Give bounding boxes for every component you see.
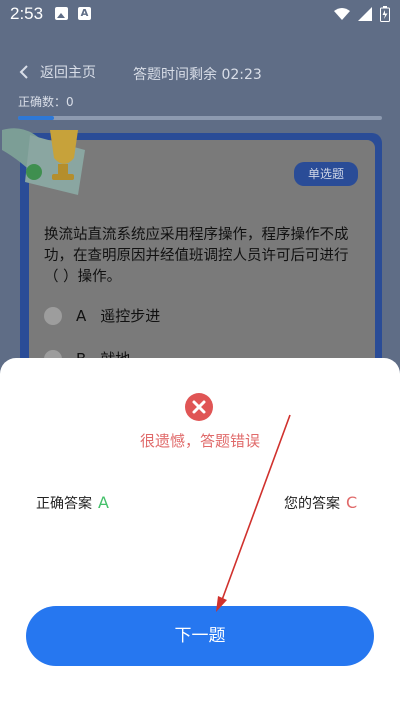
- correct-count: 正确数：0: [18, 95, 74, 109]
- your-answer-label: 您的答案: [284, 496, 340, 512]
- back-label: 返回主页: [40, 65, 96, 81]
- option-letter: A: [76, 306, 87, 325]
- question-text: 换流站直流系统应采用程序操作，程序操作不成功，在查明原因并经值班调控人员许可后可…: [44, 227, 349, 285]
- next-question-button[interactable]: 下一题: [26, 606, 374, 666]
- error-icon: [185, 393, 213, 421]
- option-a[interactable]: A 遥控步进: [44, 305, 160, 326]
- trophy-icon: [2, 128, 85, 195]
- radio-icon: [44, 306, 62, 325]
- correct-answer-value: A: [98, 493, 109, 512]
- remaining-time: 答题时间剩余 02:23: [133, 67, 262, 83]
- quiz-screen: 2:53 A 返回主页 答题时间剩余 02:23 正确数：0 单选题 换流站直流…: [0, 0, 400, 710]
- battery-icon: [380, 6, 390, 22]
- your-answer-value: C: [346, 493, 358, 512]
- chevron-left-icon: [19, 65, 28, 79]
- wifi-icon: [334, 8, 350, 20]
- status-time: 2:53: [10, 4, 44, 23]
- signal-icon: [358, 7, 372, 21]
- back-to-home-button[interactable]: 返回主页: [18, 62, 96, 82]
- result-message: 很遗憾，答题错误: [139, 432, 260, 450]
- status-bar: 2:53 A: [0, 0, 400, 30]
- notification-icons: A: [55, 7, 91, 20]
- your-answer: 您的答案 C: [284, 493, 357, 513]
- app-notification-icon: A: [78, 7, 91, 20]
- correct-answer: 正确答案 A: [36, 493, 109, 513]
- image-notification-icon: [55, 7, 68, 20]
- correct-answer-label: 正确答案: [36, 496, 92, 512]
- option-text: 遥控步进: [100, 307, 161, 325]
- question-type-tag: 单选题: [294, 162, 358, 186]
- system-icons: [334, 6, 390, 22]
